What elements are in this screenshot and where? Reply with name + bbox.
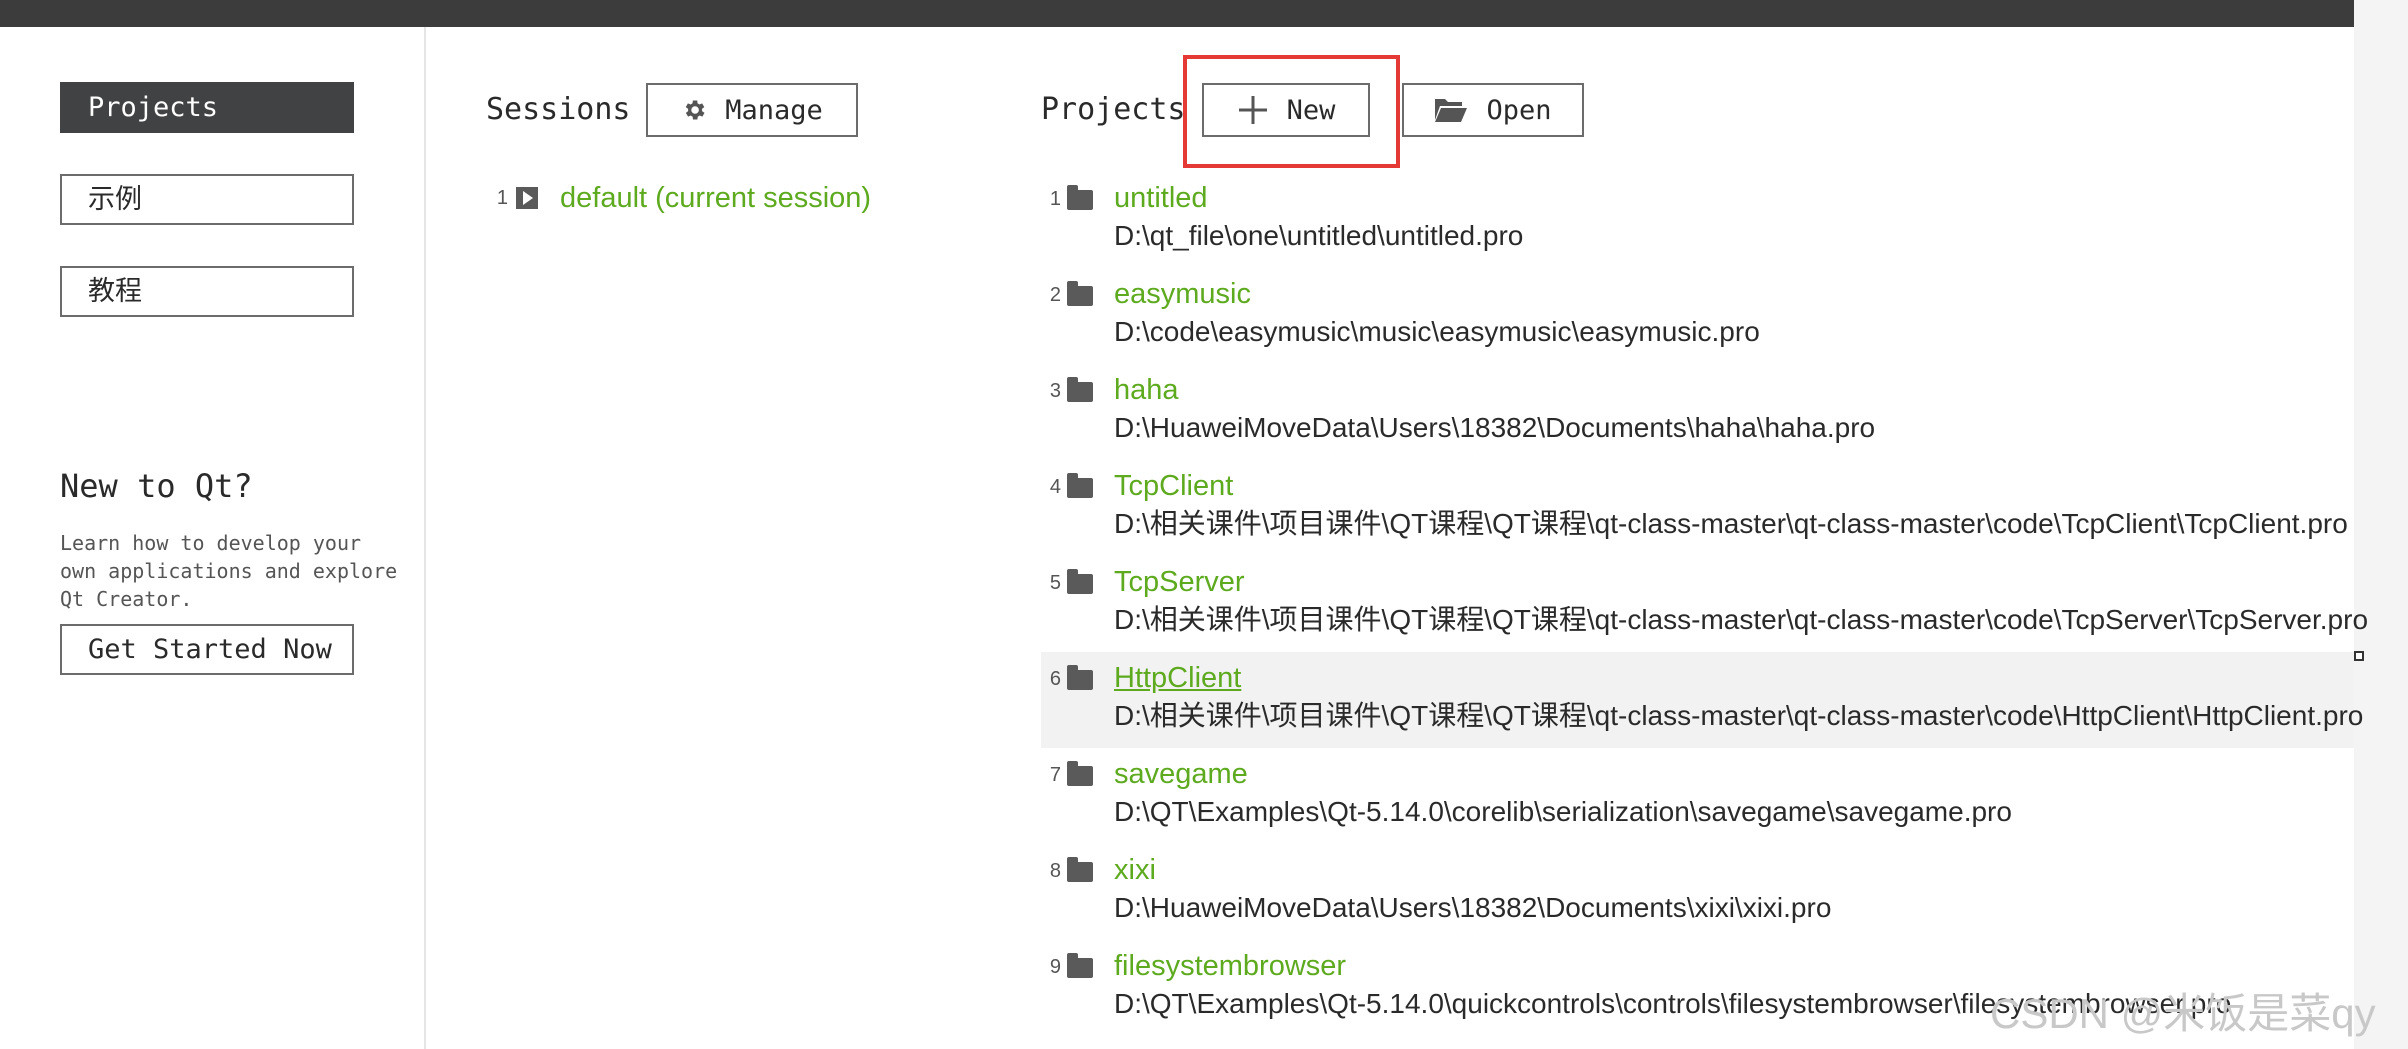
project-item-hovered[interactable]: 6 HttpClient D:\相关课件\项目课件\QT课程\QT课程\qt-c… [1041,652,2363,748]
project-name[interactable]: HttpClient [1114,658,1241,698]
folder-icon [1067,185,1093,210]
project-name[interactable]: untitled [1114,178,1208,218]
sidebar-tab-examples[interactable]: 示例 [60,174,354,225]
sidebar: Projects 示例 教程 New to Qt? Learn how to d… [0,27,426,1049]
top-bar [0,0,2354,27]
project-path: D:\相关课件\项目课件\QT课程\QT课程\qt-class-master\q… [1114,700,2364,731]
new-to-qt-title: New to Qt? [60,467,253,505]
project-path: D:\HuaweiMoveData\Users\18382\Documents\… [1114,892,1832,923]
folder-icon [1067,569,1093,594]
project-path: D:\code\easymusic\music\easymusic\easymu… [1114,316,1760,347]
projects-heading: Projects [1041,92,1186,127]
folder-icon [1067,665,1093,690]
project-item[interactable]: 8 xixi D:\HuaweiMoveData\Users\18382\Doc… [1041,850,2354,946]
session-item[interactable]: 1 default (current session) [486,178,871,218]
project-name[interactable]: TcpServer [1114,562,1245,602]
project-number: 1 [1049,188,1061,210]
project-item[interactable]: 2 easymusic D:\code\easymusic\music\easy… [1041,274,2354,370]
project-path: D:\qt_file\one\untitled\untitled.pro [1114,220,1524,251]
project-number: 8 [1049,860,1061,882]
project-item[interactable]: 1 untitled D:\qt_file\one\untitled\untit… [1041,178,2354,274]
folder-icon [1067,761,1093,786]
gear-icon [681,97,707,123]
new-to-qt-description: Learn how to develop your own applicatio… [60,531,398,611]
manage-sessions-button[interactable]: Manage [646,83,858,137]
project-number: 5 [1049,572,1061,594]
project-number: 2 [1049,284,1061,306]
highlight-box [1183,55,1400,168]
sessions-heading: Sessions [486,92,631,127]
project-path: D:\QT\Examples\Qt-5.14.0\corelib\seriali… [1114,796,2012,827]
resize-handle[interactable] [2354,651,2364,661]
project-number: 4 [1049,476,1061,498]
project-item[interactable]: 5 TcpServer D:\相关课件\项目课件\QT课程\QT课程\qt-cl… [1041,562,2368,658]
folder-open-icon [1434,96,1468,124]
watermark: CSDN @米饭是菜qy [1990,990,2376,1037]
project-path: D:\相关课件\项目课件\QT课程\QT课程\qt-class-master\q… [1114,508,2348,539]
project-name[interactable]: filesystembrowser [1114,946,1346,986]
project-path: D:\相关课件\项目课件\QT课程\QT课程\qt-class-master\q… [1114,604,2369,635]
play-icon [516,187,538,209]
project-number: 9 [1049,956,1061,978]
session-number: 1 [496,186,508,209]
session-name[interactable]: default (current session) [560,182,871,215]
project-name[interactable]: savegame [1114,754,1248,794]
get-started-button[interactable]: Get Started Now [60,624,354,675]
project-name[interactable]: TcpClient [1114,466,1233,506]
folder-icon [1067,377,1093,402]
folder-icon [1067,953,1093,978]
project-number: 7 [1049,764,1061,786]
project-item[interactable]: 4 TcpClient D:\相关课件\项目课件\QT课程\QT课程\qt-cl… [1041,466,2354,562]
project-name[interactable]: easymusic [1114,274,1251,314]
folder-icon [1067,857,1093,882]
folder-icon [1067,281,1093,306]
project-name[interactable]: xixi [1114,850,1156,890]
sidebar-tab-tutorials[interactable]: 教程 [60,266,354,317]
project-item[interactable]: 7 savegame D:\QT\Examples\Qt-5.14.0\core… [1041,754,2354,850]
project-number: 3 [1049,380,1061,402]
project-item[interactable]: 3 haha D:\HuaweiMoveData\Users\18382\Doc… [1041,370,2354,466]
project-path: D:\HuaweiMoveData\Users\18382\Documents\… [1114,412,1876,443]
open-project-button[interactable]: Open [1402,83,1584,137]
project-name[interactable]: haha [1114,370,1179,410]
project-number: 6 [1049,668,1061,690]
sidebar-tab-projects[interactable]: Projects [60,82,354,133]
folder-icon [1067,473,1093,498]
manage-label: Manage [725,94,823,126]
open-label: Open [1486,94,1552,126]
